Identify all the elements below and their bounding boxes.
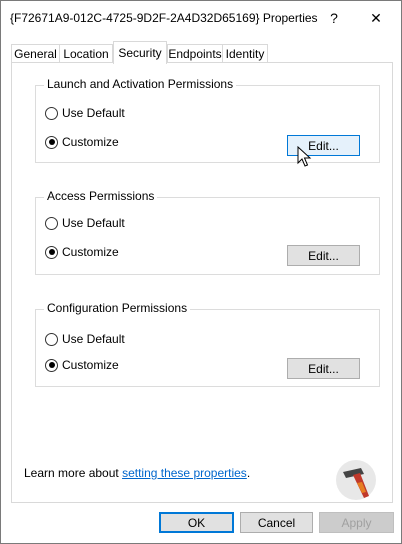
- hammer-logo-icon: [336, 460, 376, 500]
- security-tab-panel: Launch and Activation Permissions Use De…: [11, 62, 393, 503]
- tab-label: Identity: [225, 47, 265, 61]
- launch-use-default-radio[interactable]: Use Default: [45, 105, 125, 121]
- group-title: Access Permissions: [44, 189, 158, 203]
- close-button[interactable]: ✕: [363, 7, 389, 29]
- launch-customize-radio[interactable]: Customize: [45, 134, 119, 150]
- launch-activation-group: Launch and Activation Permissions Use De…: [35, 77, 380, 163]
- tab-label: Security: [118, 46, 162, 60]
- help-icon: ?: [330, 10, 338, 26]
- access-edit-button[interactable]: Edit...: [287, 245, 360, 266]
- tab-endpoints[interactable]: Endpoints: [167, 44, 223, 63]
- learn-more-prefix: Learn more about: [24, 466, 123, 480]
- title-bar[interactable]: {F72671A9-012C-4725-9D2F-2A4D32D65169} P…: [1, 1, 401, 35]
- tab-label: Endpoints: [168, 47, 222, 61]
- radio-label: Customize: [62, 358, 119, 372]
- config-customize-radio[interactable]: Customize: [45, 357, 119, 373]
- ok-button[interactable]: OK: [159, 512, 234, 533]
- radio-button-icon: [45, 332, 58, 346]
- radio-button-checked-icon: [45, 135, 58, 149]
- tab-location[interactable]: Location: [59, 44, 113, 63]
- access-permissions-group: Access Permissions Use Default Customize…: [35, 189, 380, 275]
- radio-button-icon: [45, 216, 58, 230]
- tab-identity[interactable]: Identity: [222, 44, 268, 63]
- window-title: {F72671A9-012C-4725-9D2F-2A4D32D65169} P…: [10, 11, 318, 25]
- tab-label: General: [14, 47, 57, 61]
- tab-label: Location: [63, 47, 109, 61]
- properties-window: {F72671A9-012C-4725-9D2F-2A4D32D65169} P…: [0, 0, 402, 544]
- configuration-permissions-group: Configuration Permissions Use Default Cu…: [35, 301, 380, 387]
- access-use-default-radio[interactable]: Use Default: [45, 215, 125, 231]
- cancel-button[interactable]: Cancel: [240, 512, 313, 533]
- apply-button: Apply: [319, 512, 394, 533]
- radio-label: Customize: [62, 135, 119, 149]
- access-customize-radio[interactable]: Customize: [45, 244, 119, 260]
- radio-button-icon: [45, 106, 58, 120]
- close-icon: ✕: [370, 9, 382, 26]
- radio-label: Use Default: [62, 106, 125, 120]
- setting-properties-link[interactable]: setting these properties: [122, 466, 247, 480]
- radio-button-checked-icon: [45, 245, 58, 259]
- radio-button-checked-icon: [45, 358, 58, 372]
- config-use-default-radio[interactable]: Use Default: [45, 331, 125, 347]
- learn-more-text: Learn more about setting these propertie…: [24, 466, 250, 480]
- radio-label: Customize: [62, 245, 119, 259]
- radio-label: Use Default: [62, 216, 125, 230]
- tab-general[interactable]: General: [11, 44, 60, 63]
- config-edit-button[interactable]: Edit...: [287, 358, 360, 379]
- group-title: Configuration Permissions: [44, 301, 191, 315]
- mouse-cursor-icon: [297, 146, 312, 167]
- learn-more-suffix: .: [246, 466, 251, 480]
- tab-security[interactable]: Security: [113, 41, 167, 64]
- help-button[interactable]: ?: [321, 7, 347, 29]
- radio-label: Use Default: [62, 332, 125, 346]
- group-title: Launch and Activation Permissions: [44, 77, 237, 91]
